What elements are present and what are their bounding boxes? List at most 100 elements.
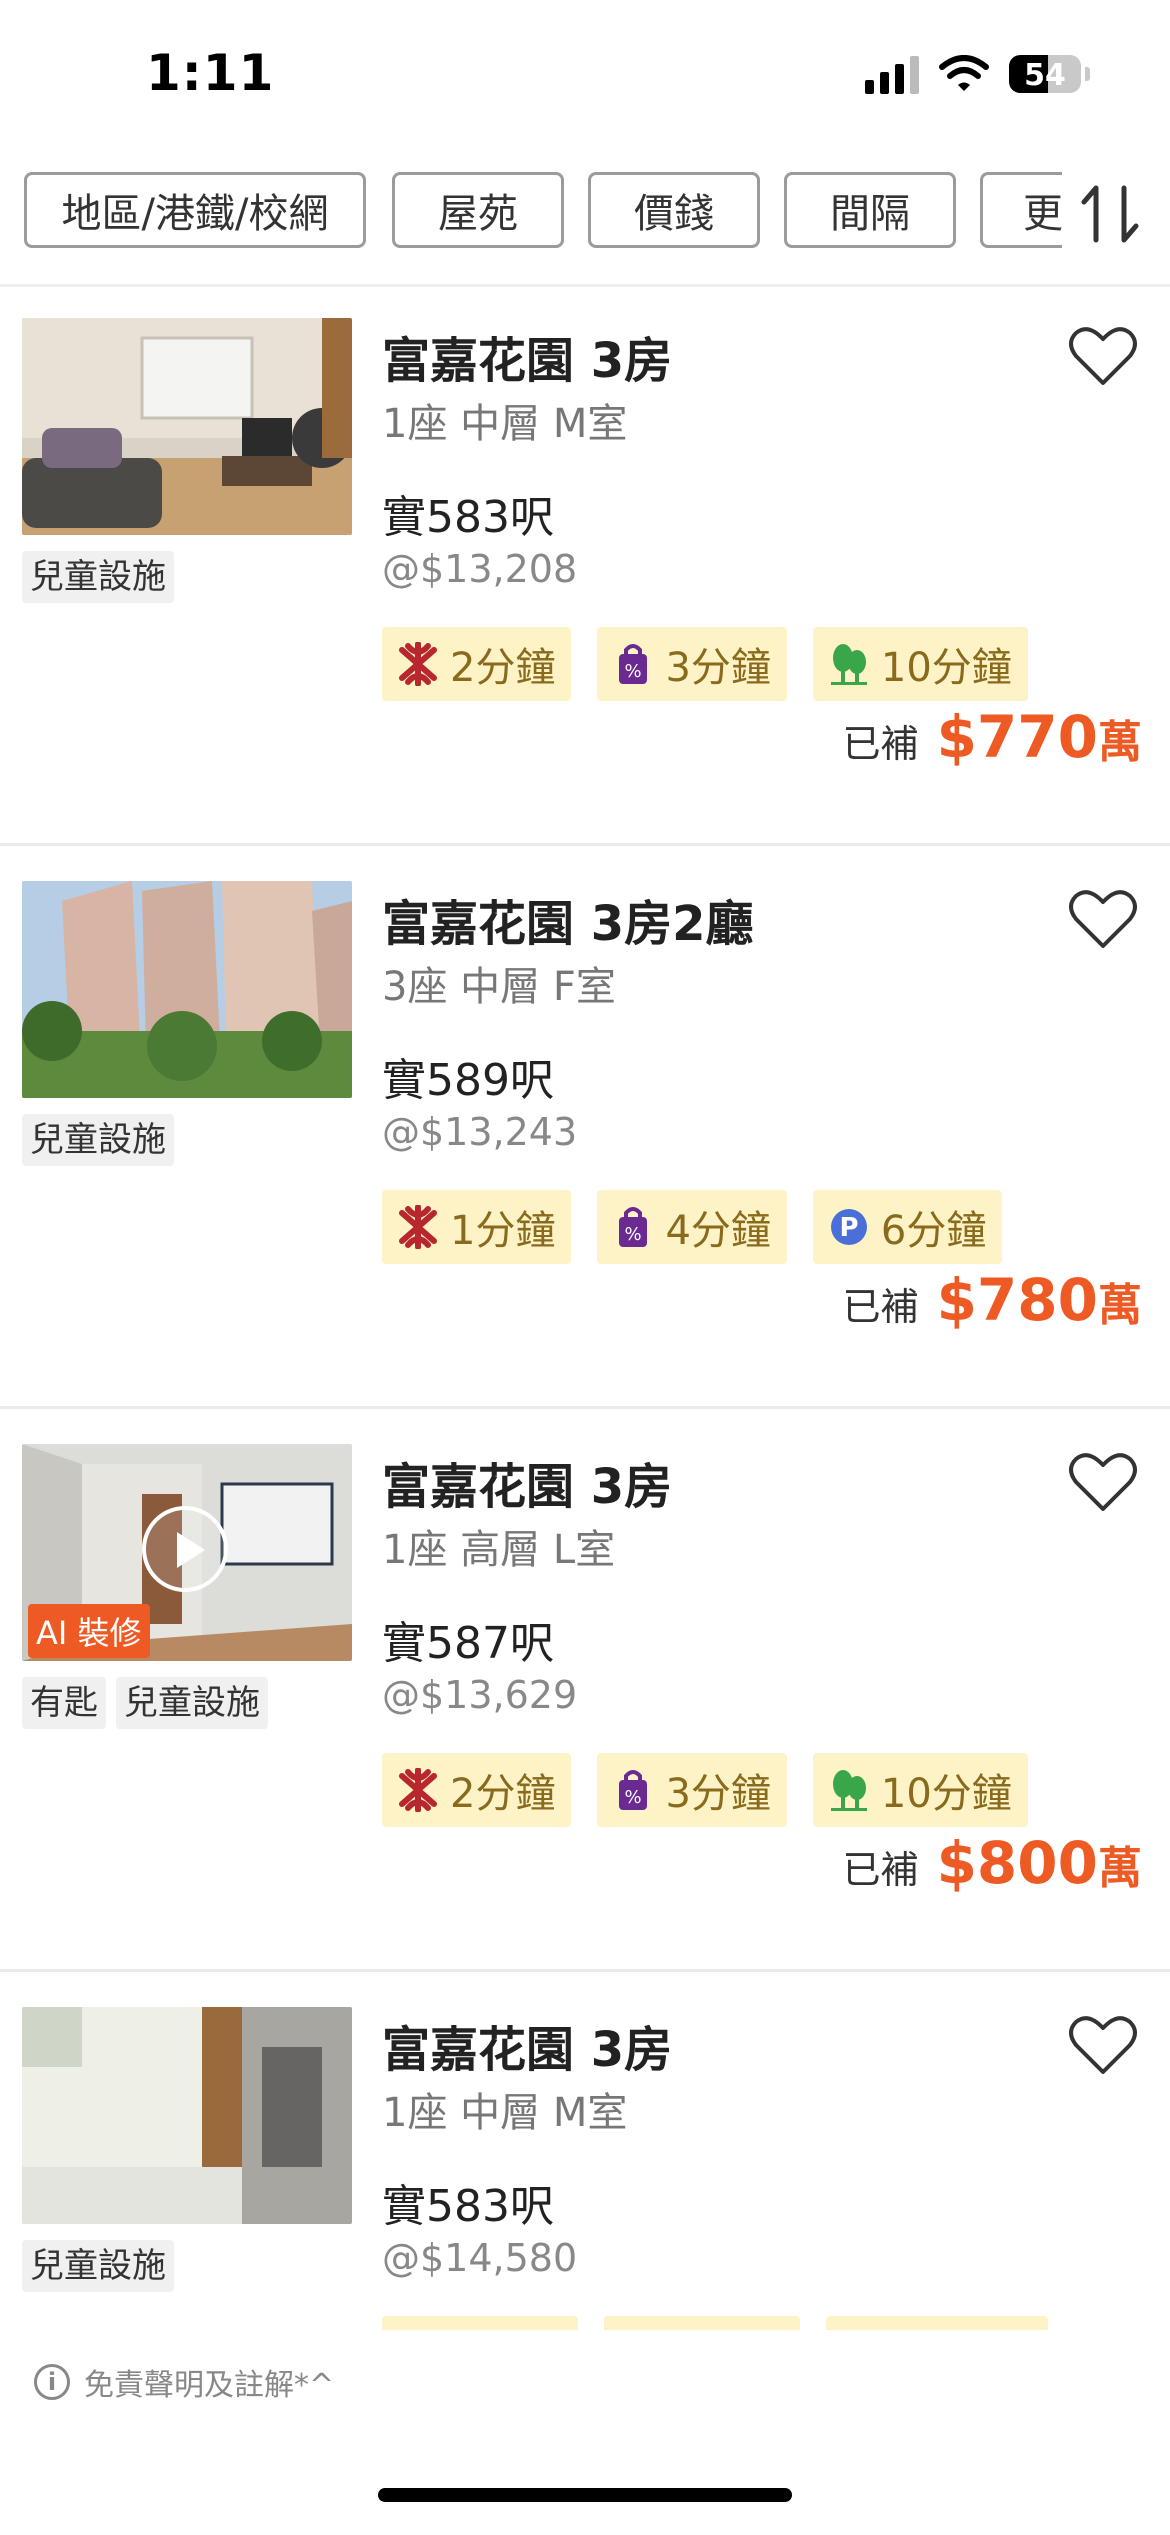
shopping-bag-icon: % (619, 1770, 648, 1810)
listing-unit: 1座 中層 M室 (382, 2090, 628, 2136)
filter-price[interactable]: 價錢 (588, 172, 760, 248)
distance-badge: 2分鐘 (382, 627, 572, 701)
listing-area: 實583呎 (382, 492, 554, 543)
favorite-heart-icon[interactable] (1068, 886, 1138, 952)
status-time: 1:11 (146, 44, 275, 102)
feature-tag: 兒童設施 (22, 551, 174, 603)
filter-estate[interactable]: 屋苑 (392, 172, 564, 248)
shopping-bag-icon: % (619, 644, 648, 684)
price-unit: 萬 (1098, 1843, 1142, 1894)
feature-tag: 兒童設施 (22, 2240, 174, 2292)
battery-icon: 54 (1009, 55, 1081, 93)
badge-text: 3分鐘 (665, 1771, 771, 1817)
listing-photo[interactable] (22, 2007, 352, 2224)
price-label: 已補 (842, 1848, 919, 1892)
ai-renovation-label[interactable]: AI 裝修 (28, 1604, 150, 1658)
listing-card[interactable]: 兒童設施 富嘉花園 3房2廳 3座 中層 F室 實589呎 @$13,243 1… (0, 846, 1170, 1409)
feature-tags: 兒童設施 (22, 2240, 174, 2292)
price-value: $770 (936, 703, 1098, 771)
footer: i 免責聲明及註解*^ (0, 2330, 1170, 2532)
distance-badge: 1分鐘 (382, 1190, 572, 1264)
badge-text: 2分鐘 (450, 645, 556, 691)
mtr-icon (399, 642, 437, 686)
listing-area: 實589呎 (382, 1055, 554, 1106)
battery-level: 54 (1024, 58, 1066, 93)
price-row: 已補 $800 萬 (843, 1829, 1142, 1897)
distance-badge: 2分鐘 (382, 1753, 572, 1827)
distance-badges: 2分鐘 % 3分鐘 10分鐘 (382, 627, 1028, 701)
favorite-heart-icon[interactable] (1068, 1449, 1138, 1515)
park-icon (830, 644, 867, 685)
distance-badges: 1分鐘 % 4分鐘 P 6分鐘 (382, 1190, 1003, 1264)
favorite-heart-icon[interactable] (1068, 2012, 1138, 2078)
play-video-button[interactable] (142, 1506, 228, 1592)
svg-text:%: % (625, 1224, 642, 1245)
listing-unit-price: @$13,208 (382, 547, 578, 591)
listing-card[interactable]: 兒童設施 富嘉花園 3房 1座 中層 M室 實583呎 @$13,208 2分鐘… (0, 283, 1170, 846)
listing-photo[interactable] (22, 318, 352, 535)
sort-icon[interactable] (1070, 174, 1150, 254)
parking-icon: P (830, 1209, 867, 1245)
price-unit: 萬 (1098, 717, 1142, 768)
listing-unit-price: @$14,580 (382, 2236, 578, 2280)
battery-tip (1085, 67, 1090, 81)
listing-area: 實583呎 (382, 2181, 554, 2232)
filter-layout[interactable]: 間隔 (784, 172, 956, 248)
listing-title[interactable]: 富嘉花園 3房2廳 (382, 884, 754, 954)
listing-photo[interactable]: AI 裝修 (22, 1444, 352, 1661)
shopping-bag-icon: % (619, 1207, 648, 1247)
listing-title[interactable]: 富嘉花園 3房 (382, 1447, 672, 1517)
disclaimer-text: 免責聲明及註解*^ (84, 2368, 335, 2403)
info-icon: i (34, 2364, 70, 2400)
distance-badge: P 6分鐘 (812, 1190, 1003, 1264)
distance-badges: 2分鐘 % 3分鐘 10分鐘 (382, 1753, 1028, 1827)
price-row: 已補 $780 萬 (843, 1266, 1142, 1334)
listing-title[interactable]: 富嘉花園 3房 (382, 2010, 672, 2080)
filter-more[interactable]: 更 (980, 172, 1062, 248)
filter-district[interactable]: 地區/港鐵/校網 (24, 172, 366, 248)
distance-badge: % 3分鐘 (597, 1753, 787, 1827)
listing-unit-price: @$13,243 (382, 1110, 578, 1154)
badge-text: 6分鐘 (880, 1208, 987, 1254)
cellular-signal-icon (865, 54, 919, 94)
distance-badge: % 4分鐘 (597, 1190, 787, 1264)
mtr-icon (399, 1768, 437, 1812)
disclaimer-link[interactable]: i 免責聲明及註解*^ (34, 2360, 334, 2404)
price-unit: 萬 (1098, 1280, 1142, 1331)
feature-tags: 有匙 兒童設施 (22, 1677, 268, 1729)
badge-text: 1分鐘 (450, 1208, 556, 1254)
svg-text:%: % (625, 1787, 642, 1808)
feature-tags: 兒童設施 (22, 551, 174, 603)
status-bar: 1:11 54 (0, 0, 1170, 150)
distance-badge: % 3分鐘 (597, 627, 787, 701)
listing-title[interactable]: 富嘉花園 3房 (382, 321, 672, 391)
badge-text: 10分鐘 (880, 1771, 1012, 1817)
price-label: 已補 (842, 722, 919, 766)
distance-badge: 10分鐘 (812, 627, 1028, 701)
favorite-heart-icon[interactable] (1068, 323, 1138, 389)
mtr-icon (399, 1205, 437, 1249)
listing-unit-price: @$13,629 (382, 1673, 578, 1717)
listing-unit: 1座 中層 M室 (382, 401, 628, 447)
svg-text:P: P (839, 1213, 858, 1243)
svg-text:%: % (625, 661, 642, 682)
feature-tag: 有匙 (22, 1677, 106, 1729)
price-label: 已補 (842, 1285, 919, 1329)
badge-text: 2分鐘 (450, 1771, 556, 1817)
price-value: $800 (936, 1829, 1098, 1897)
distance-badge: 10分鐘 (812, 1753, 1028, 1827)
listing-card[interactable]: AI 裝修 有匙 兒童設施 富嘉花園 3房 1座 高層 L室 實587呎 @$1… (0, 1409, 1170, 1972)
listing-area: 實587呎 (382, 1618, 554, 1669)
feature-tags: 兒童設施 (22, 1114, 174, 1166)
listing-unit: 1座 高層 L室 (382, 1527, 616, 1573)
park-icon (830, 1770, 867, 1811)
filter-bar: 地區/港鐵/校網 屋苑 價錢 間隔 更 (0, 168, 1170, 256)
home-indicator[interactable] (378, 2488, 792, 2502)
badge-text: 3分鐘 (665, 645, 771, 691)
listing-unit: 3座 中層 F室 (382, 964, 616, 1010)
price-row: 已補 $770 萬 (843, 703, 1142, 771)
badge-text: 4分鐘 (665, 1208, 771, 1254)
listing-photo[interactable] (22, 881, 352, 1098)
status-icons: 54 (865, 54, 1090, 94)
feature-tag: 兒童設施 (116, 1677, 268, 1729)
